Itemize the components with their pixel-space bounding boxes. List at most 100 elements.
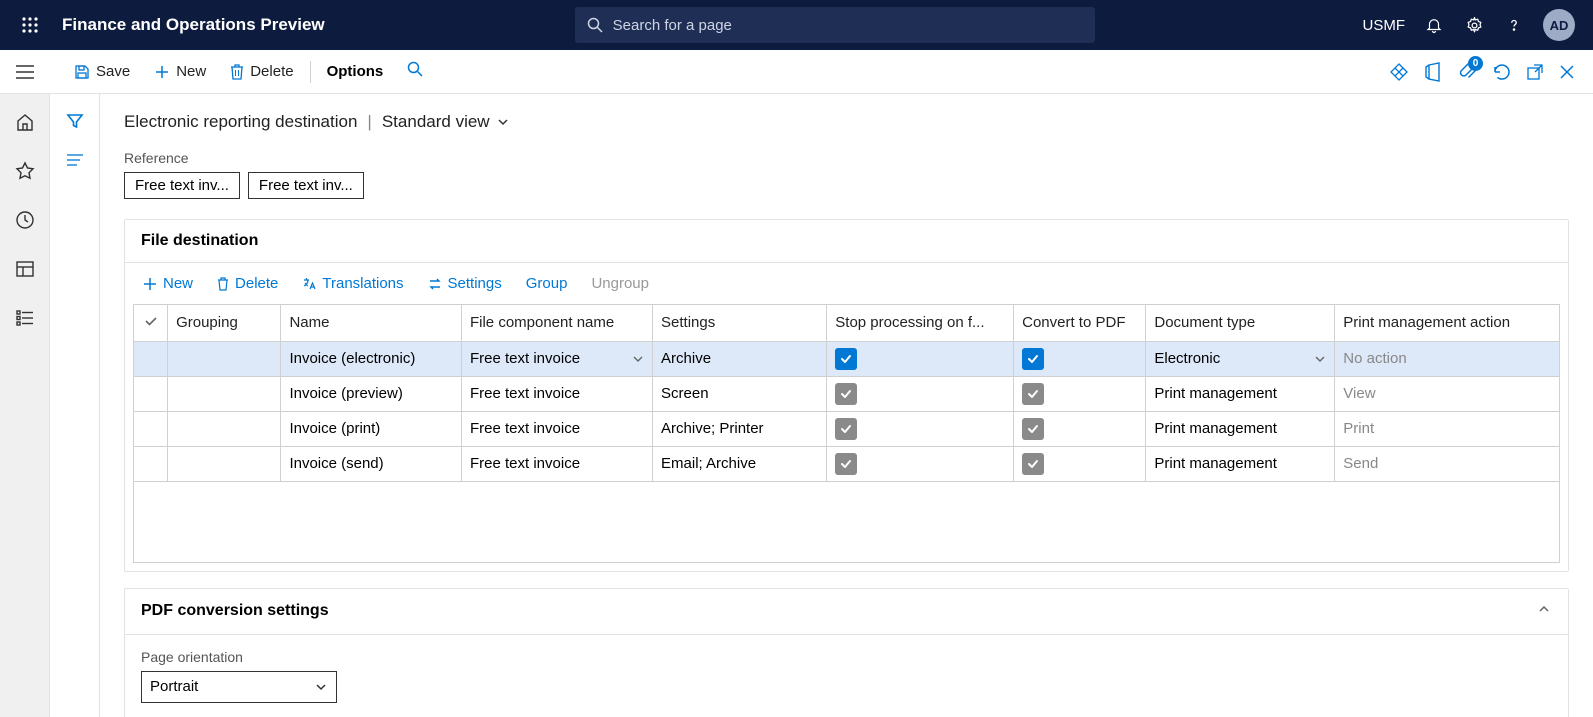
table-row[interactable]: Invoice (preview)Free text invoiceScreen…	[134, 376, 1560, 411]
modules-icon[interactable]	[15, 308, 35, 333]
table-row[interactable]: Invoice (send)Free text invoiceEmail; Ar…	[134, 446, 1560, 481]
avatar[interactable]: AD	[1543, 9, 1575, 41]
cell-doctype[interactable]: Electronic	[1146, 341, 1335, 376]
related-lines-icon[interactable]	[66, 153, 84, 172]
help-icon[interactable]	[1503, 14, 1525, 36]
cell-grouping[interactable]	[168, 376, 281, 411]
new-button[interactable]: New	[142, 57, 218, 86]
plus-icon	[143, 277, 157, 291]
cell-settings[interactable]: Email; Archive	[653, 446, 827, 481]
cell-file-component[interactable]: Free text invoice	[461, 376, 652, 411]
col-pma[interactable]: Print management action	[1335, 305, 1560, 341]
col-name[interactable]: Name	[281, 305, 462, 341]
checkbox[interactable]	[1022, 418, 1044, 440]
orientation-select[interactable]: Portrait	[141, 671, 337, 703]
table-row[interactable]: Invoice (print)Free text invoiceArchive;…	[134, 411, 1560, 446]
entity-label[interactable]: USMF	[1363, 17, 1406, 34]
save-icon	[74, 64, 90, 80]
orientation-value: Portrait	[150, 678, 198, 695]
cell-settings[interactable]: Archive; Printer	[653, 411, 827, 446]
grid: Grouping Name File component name Settin…	[133, 304, 1560, 563]
options-button[interactable]: Options	[315, 57, 396, 86]
checkbox[interactable]	[835, 348, 857, 370]
cell-convert[interactable]	[1014, 376, 1146, 411]
col-convert[interactable]: Convert to PDF	[1014, 305, 1146, 341]
section-header[interactable]: PDF conversion settings	[125, 589, 1568, 635]
search-input[interactable]: Search for a page	[575, 7, 1095, 43]
refresh-icon[interactable]	[1493, 63, 1511, 81]
cell-convert[interactable]	[1014, 341, 1146, 376]
office-icon[interactable]	[1425, 62, 1443, 82]
grid-settings-button[interactable]: Settings	[418, 271, 512, 296]
cell-grouping[interactable]	[168, 446, 281, 481]
checkbox[interactable]	[1022, 348, 1044, 370]
row-selector[interactable]	[134, 411, 168, 446]
close-icon[interactable]	[1559, 64, 1575, 80]
grid-new-button[interactable]: New	[133, 271, 203, 296]
col-doctype[interactable]: Document type	[1146, 305, 1335, 341]
app-launcher-icon[interactable]	[10, 5, 50, 45]
checkbox[interactable]	[1022, 383, 1044, 405]
cell-file-component[interactable]: Free text invoice	[461, 446, 652, 481]
cell-stop[interactable]	[827, 341, 1014, 376]
cell-file-component[interactable]: Free text invoice	[461, 341, 652, 376]
cell-grouping[interactable]	[168, 411, 281, 446]
checkbox[interactable]	[1022, 453, 1044, 475]
cell-grouping[interactable]	[168, 341, 281, 376]
col-grouping[interactable]: Grouping	[168, 305, 281, 341]
trash-icon	[230, 64, 244, 80]
cell-name[interactable]: Invoice (print)	[281, 411, 462, 446]
popout-icon[interactable]	[1527, 64, 1543, 80]
cell-convert[interactable]	[1014, 411, 1146, 446]
home-icon[interactable]	[15, 112, 35, 137]
checkbox[interactable]	[835, 383, 857, 405]
diamond-icon[interactable]	[1389, 62, 1409, 82]
table-row[interactable]: Invoice (electronic)Free text invoiceArc…	[134, 341, 1560, 376]
nav-toggle-icon[interactable]	[10, 65, 40, 79]
cell-stop[interactable]	[827, 376, 1014, 411]
row-selector[interactable]	[134, 341, 168, 376]
cell-pma[interactable]: View	[1335, 376, 1560, 411]
cell-convert[interactable]	[1014, 446, 1146, 481]
cell-pma[interactable]: Send	[1335, 446, 1560, 481]
gear-icon[interactable]	[1463, 14, 1485, 36]
col-stop[interactable]: Stop processing on f...	[827, 305, 1014, 341]
checkbox[interactable]	[835, 453, 857, 475]
grid-delete-button[interactable]: Delete	[207, 271, 288, 296]
select-all-header[interactable]	[134, 305, 168, 341]
view-selector[interactable]: Standard view	[382, 112, 510, 132]
col-settings[interactable]: Settings	[653, 305, 827, 341]
attachment-icon[interactable]: 0	[1459, 62, 1477, 82]
cell-settings[interactable]: Screen	[653, 376, 827, 411]
save-button[interactable]: Save	[62, 57, 142, 86]
cell-name[interactable]: Invoice (preview)	[281, 376, 462, 411]
grid-translations-button[interactable]: Translations	[292, 271, 413, 296]
cell-settings[interactable]: Archive	[653, 341, 827, 376]
cell-doctype[interactable]: Print management	[1146, 376, 1335, 411]
cell-doctype[interactable]: Print management	[1146, 411, 1335, 446]
grid-group-button[interactable]: Group	[516, 271, 578, 296]
cell-file-component[interactable]: Free text invoice	[461, 411, 652, 446]
workspace-icon[interactable]	[15, 259, 35, 284]
row-selector[interactable]	[134, 376, 168, 411]
filter-icon[interactable]	[66, 112, 84, 135]
star-icon[interactable]	[15, 161, 35, 186]
checkbox[interactable]	[835, 418, 857, 440]
cell-stop[interactable]	[827, 446, 1014, 481]
bell-icon[interactable]	[1423, 14, 1445, 36]
section-header[interactable]: File destination	[125, 220, 1568, 263]
cell-name[interactable]: Invoice (send)	[281, 446, 462, 481]
col-file-component[interactable]: File component name	[461, 305, 652, 341]
cell-pma[interactable]: Print	[1335, 411, 1560, 446]
cell-name[interactable]: Invoice (electronic)	[281, 341, 462, 376]
row-selector[interactable]	[134, 446, 168, 481]
cell-pma[interactable]: No action	[1335, 341, 1560, 376]
command-search-icon[interactable]	[407, 61, 423, 82]
chevron-up-icon[interactable]	[1536, 601, 1552, 622]
clock-icon[interactable]	[15, 210, 35, 235]
cell-stop[interactable]	[827, 411, 1014, 446]
delete-button[interactable]: Delete	[218, 57, 305, 86]
reference-pill[interactable]: Free text inv...	[124, 172, 240, 199]
reference-pill[interactable]: Free text inv...	[248, 172, 364, 199]
cell-doctype[interactable]: Print management	[1146, 446, 1335, 481]
